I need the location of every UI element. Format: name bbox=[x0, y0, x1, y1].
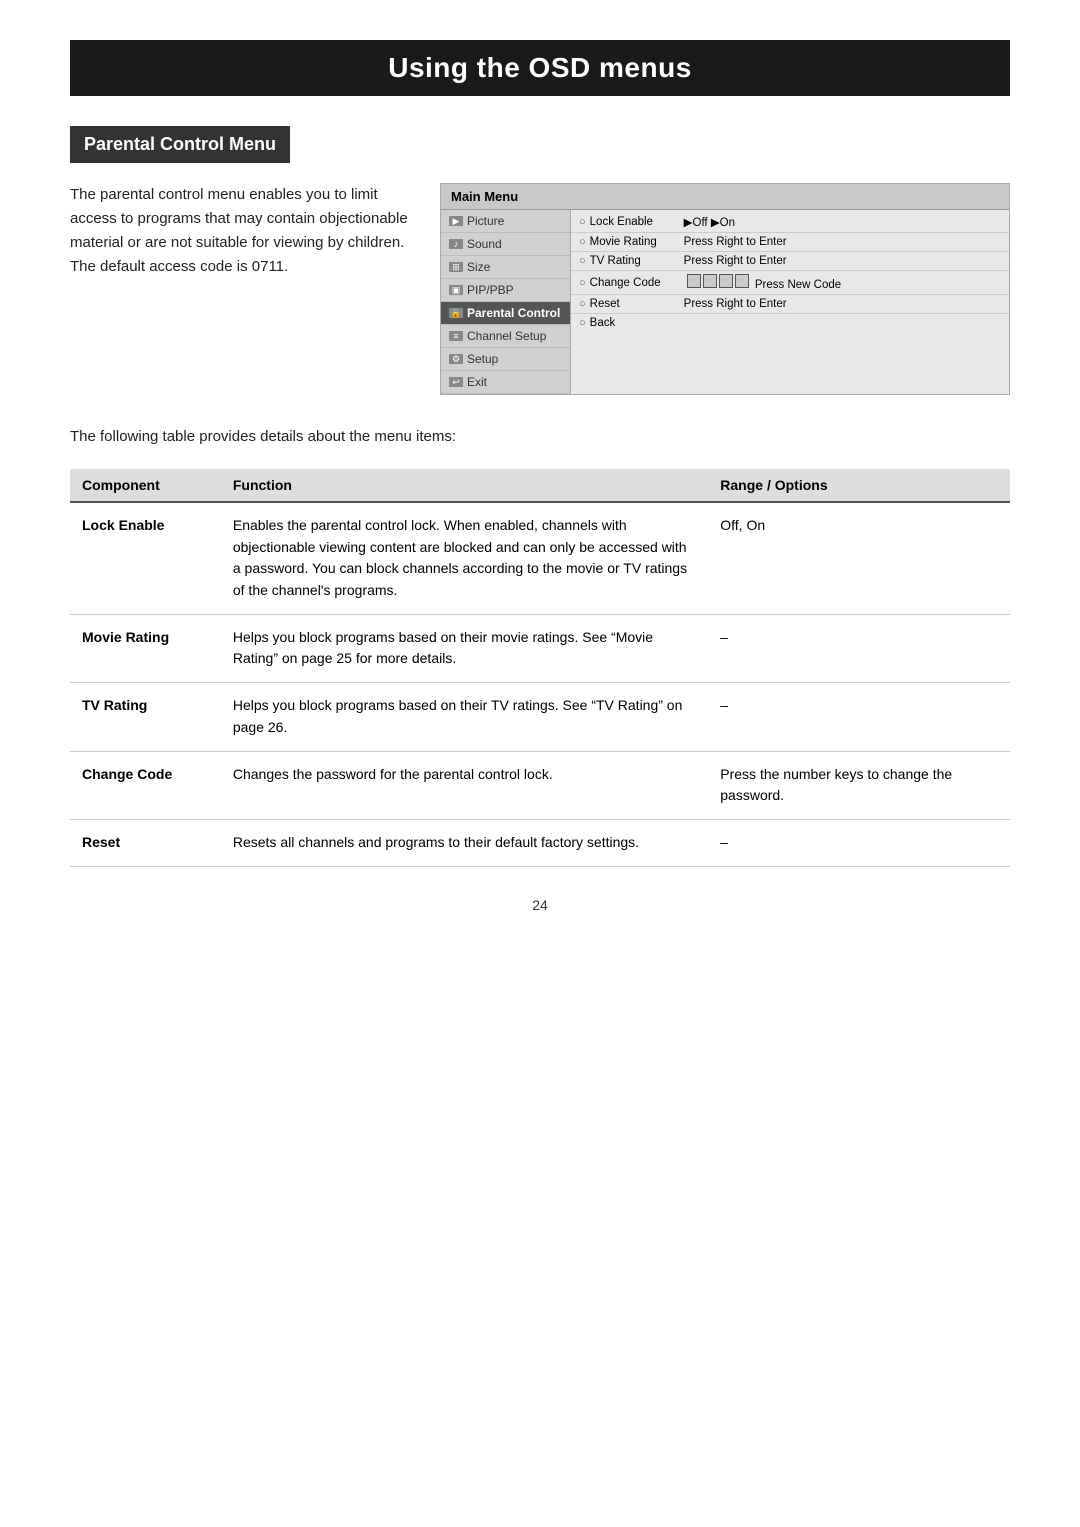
code-box-3 bbox=[719, 274, 733, 288]
osd-menu-sound[interactable]: ♪ Sound bbox=[441, 233, 570, 256]
exit-icon: ↩ bbox=[449, 377, 463, 387]
table-body: Lock Enable Enables the parental control… bbox=[70, 502, 1010, 866]
osd-tv-value: Press Right to Enter bbox=[684, 255, 1001, 267]
osd-bullet: ○ bbox=[579, 236, 586, 248]
cell-function: Changes the password for the parental co… bbox=[221, 751, 708, 819]
cell-function: Helps you block programs based on their … bbox=[221, 683, 708, 751]
osd-menu-label: Exit bbox=[467, 375, 487, 389]
osd-menu-label: Sound bbox=[467, 237, 502, 251]
section-header: Parental Control Menu bbox=[70, 126, 290, 163]
table-row: TV Rating Helps you block programs based… bbox=[70, 683, 1010, 751]
osd-movie-label: Movie Rating bbox=[590, 236, 680, 248]
cell-range: – bbox=[708, 819, 1010, 866]
osd-row-tv: ○ TV Rating Press Right to Enter bbox=[571, 252, 1009, 271]
osd-menu-picture[interactable]: ▶ Picture bbox=[441, 210, 570, 233]
osd-menu-label: Size bbox=[467, 260, 490, 274]
osd-lock-value: ▶Off ▶On bbox=[684, 215, 1001, 229]
intro-layout: The parental control menu enables you to… bbox=[70, 183, 1010, 395]
code-box-1 bbox=[687, 274, 701, 288]
cell-range: – bbox=[708, 614, 1010, 682]
osd-menu-col: ▶ Picture ♪ Sound ⊞ Size ▣ PIP/PBP bbox=[441, 210, 571, 394]
data-table: Component Function Range / Options Lock … bbox=[70, 469, 1010, 867]
following-text: The following table provides details abo… bbox=[70, 425, 1010, 449]
osd-row-movie: ○ Movie Rating Press Right to Enter bbox=[571, 233, 1009, 252]
cell-function: Resets all channels and programs to thei… bbox=[221, 819, 708, 866]
col-range: Range / Options bbox=[708, 469, 1010, 502]
sound-icon: ♪ bbox=[449, 239, 463, 249]
osd-panel: Main Menu ▶ Picture ♪ Sound ⊞ Size bbox=[440, 183, 1010, 395]
osd-menu-label: Picture bbox=[467, 214, 504, 228]
cell-component: Change Code bbox=[70, 751, 221, 819]
pip-icon: ▣ bbox=[449, 285, 463, 295]
code-boxes bbox=[687, 274, 749, 288]
table-row: Movie Rating Helps you block programs ba… bbox=[70, 614, 1010, 682]
osd-body: ▶ Picture ♪ Sound ⊞ Size ▣ PIP/PBP bbox=[441, 210, 1009, 394]
osd-menu-exit[interactable]: ↩ Exit bbox=[441, 371, 570, 394]
osd-lock-label: Lock Enable bbox=[590, 216, 680, 228]
osd-bullet: ○ bbox=[579, 298, 586, 310]
cell-range: – bbox=[708, 683, 1010, 751]
osd-menu-parental[interactable]: 🔒 Parental Control bbox=[441, 302, 570, 325]
page-number: 24 bbox=[70, 897, 1010, 913]
cell-function: Helps you block programs based on their … bbox=[221, 614, 708, 682]
osd-menu-channel[interactable]: ≡ Channel Setup bbox=[441, 325, 570, 348]
osd-menu-size[interactable]: ⊞ Size bbox=[441, 256, 570, 279]
osd-row-back: ○ Back bbox=[571, 314, 1009, 332]
osd-menu-pipbp[interactable]: ▣ PIP/PBP bbox=[441, 279, 570, 302]
osd-code-label: Change Code bbox=[590, 277, 680, 289]
osd-bullet: ○ bbox=[579, 277, 586, 289]
parental-icon: 🔒 bbox=[449, 308, 463, 318]
cell-component: TV Rating bbox=[70, 683, 221, 751]
col-component: Component bbox=[70, 469, 221, 502]
table-header-row: Component Function Range / Options bbox=[70, 469, 1010, 502]
osd-menu-setup[interactable]: ⚙ Setup bbox=[441, 348, 570, 371]
osd-reset-label: Reset bbox=[590, 298, 680, 310]
channel-icon: ≡ bbox=[449, 331, 463, 341]
osd-row-code: ○ Change Code Press New Code bbox=[571, 271, 1009, 295]
osd-title-bar: Main Menu bbox=[441, 184, 1009, 210]
osd-back-label: Back bbox=[590, 317, 680, 329]
page-title: Using the OSD menus bbox=[70, 40, 1010, 96]
table-header: Component Function Range / Options bbox=[70, 469, 1010, 502]
cell-range: Off, On bbox=[708, 502, 1010, 614]
col-function: Function bbox=[221, 469, 708, 502]
osd-menu-label: Channel Setup bbox=[467, 329, 546, 343]
cell-function: Enables the parental control lock. When … bbox=[221, 502, 708, 614]
osd-menu-label: Setup bbox=[467, 352, 498, 366]
osd-reset-value: Press Right to Enter bbox=[684, 298, 1001, 310]
osd-bullet: ○ bbox=[579, 216, 586, 228]
setup-icon: ⚙ bbox=[449, 354, 463, 364]
osd-bullet: ○ bbox=[579, 255, 586, 267]
osd-code-value: Press New Code bbox=[684, 274, 1001, 291]
cell-component: Lock Enable bbox=[70, 502, 221, 614]
osd-row-lock: ○ Lock Enable ▶Off ▶On bbox=[571, 212, 1009, 233]
table-row: Lock Enable Enables the parental control… bbox=[70, 502, 1010, 614]
cell-component: Movie Rating bbox=[70, 614, 221, 682]
size-icon: ⊞ bbox=[449, 262, 463, 272]
osd-movie-value: Press Right to Enter bbox=[684, 236, 1001, 248]
intro-text: The parental control menu enables you to… bbox=[70, 183, 410, 279]
cell-component: Reset bbox=[70, 819, 221, 866]
code-box-2 bbox=[703, 274, 717, 288]
table-row: Reset Resets all channels and programs t… bbox=[70, 819, 1010, 866]
osd-row-reset: ○ Reset Press Right to Enter bbox=[571, 295, 1009, 314]
osd-tv-label: TV Rating bbox=[590, 255, 680, 267]
page: Using the OSD menus Parental Control Men… bbox=[0, 0, 1080, 1527]
code-box-4 bbox=[735, 274, 749, 288]
osd-content-col: ○ Lock Enable ▶Off ▶On ○ Movie Rating Pr… bbox=[571, 210, 1009, 394]
osd-bullet: ○ bbox=[579, 317, 586, 329]
cell-range: Press the number keys to change the pass… bbox=[708, 751, 1010, 819]
table-row: Change Code Changes the password for the… bbox=[70, 751, 1010, 819]
picture-icon: ▶ bbox=[449, 216, 463, 226]
osd-menu-label: Parental Control bbox=[467, 306, 560, 320]
osd-menu-label: PIP/PBP bbox=[467, 283, 514, 297]
